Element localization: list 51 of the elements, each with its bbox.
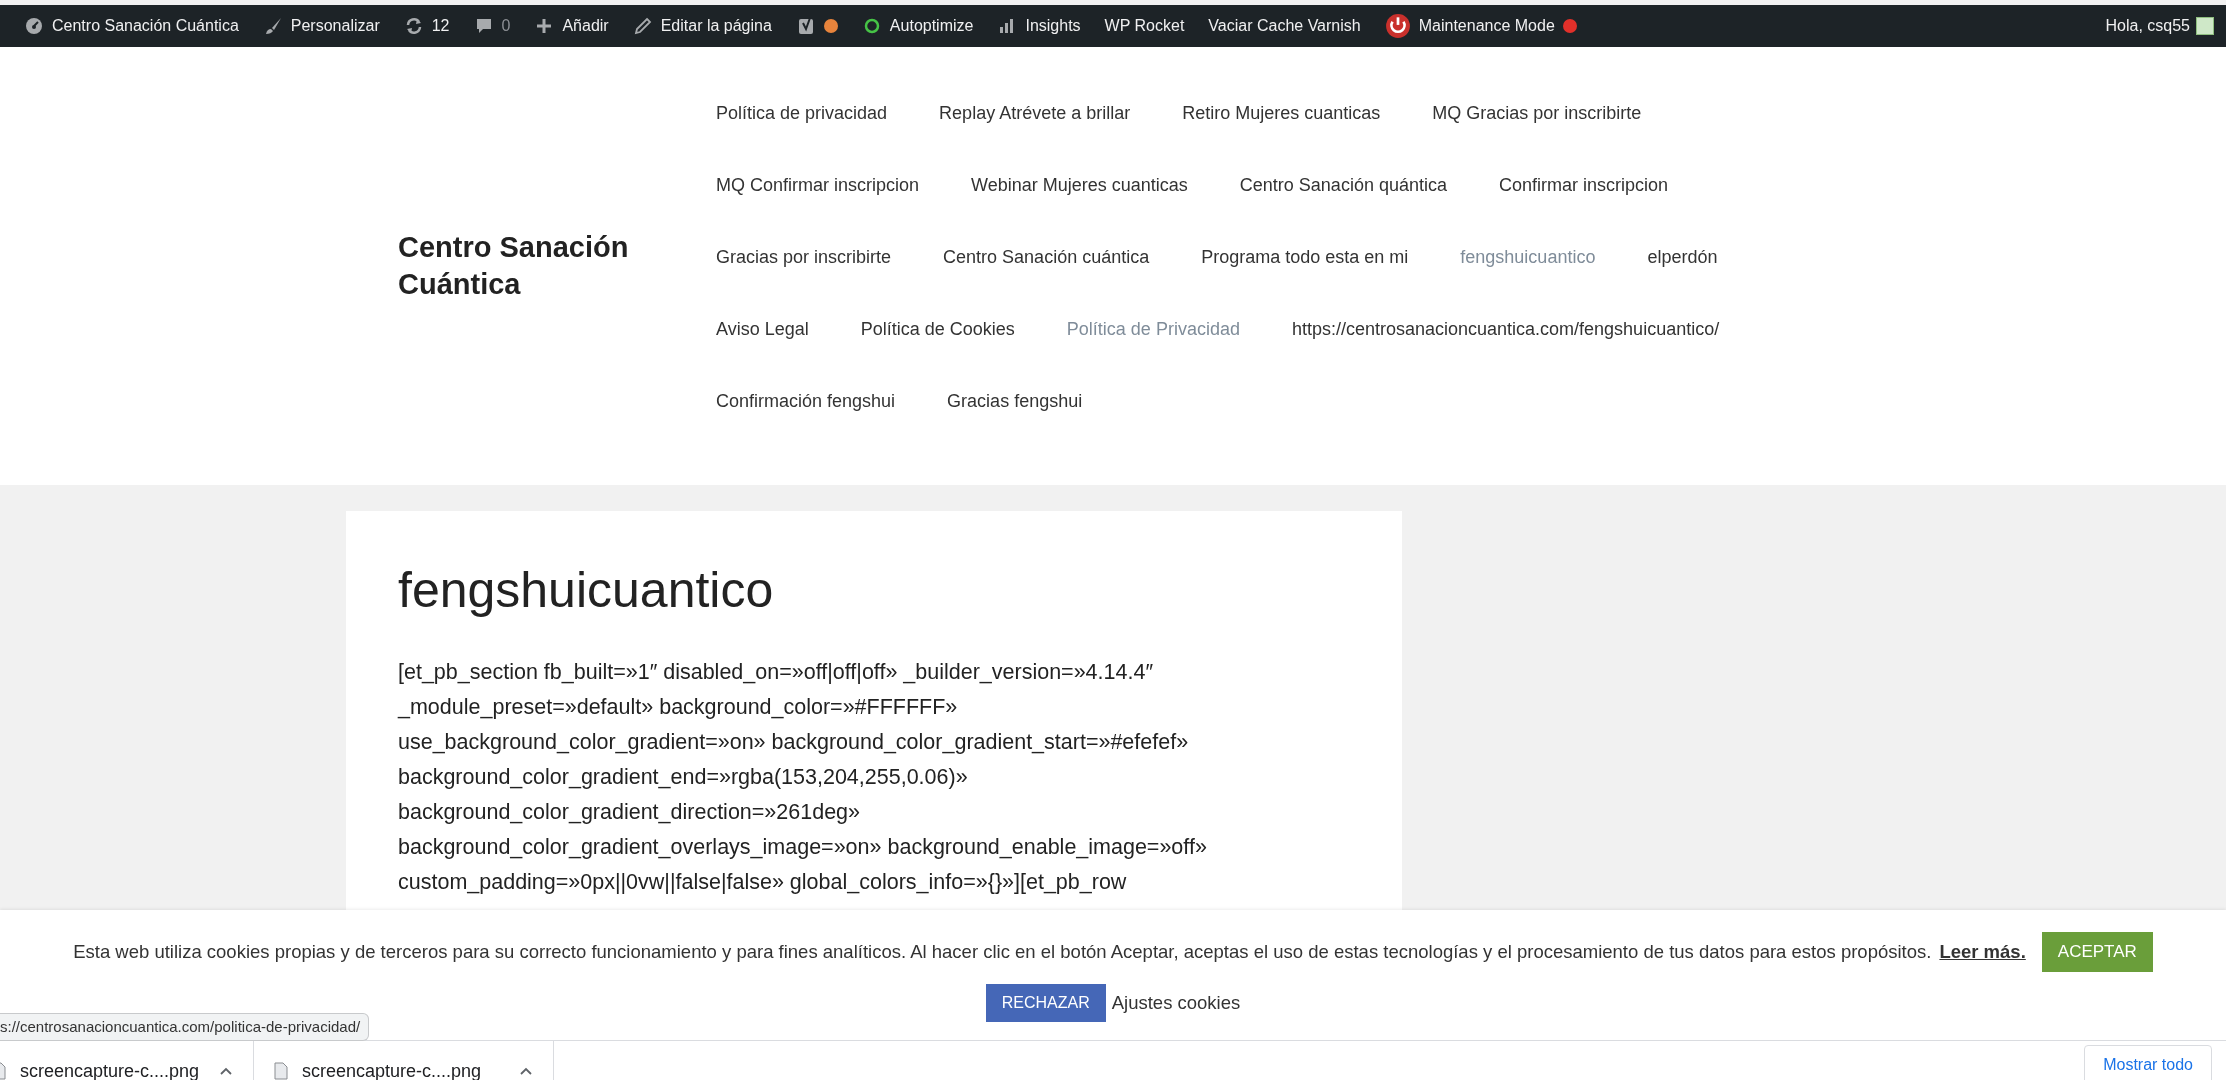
account-link[interactable]: Hola, csq55 — [2093, 5, 2196, 47]
admin-bar-item[interactable]: WP Rocket — [1092, 5, 1197, 47]
nav-link[interactable]: Confirmar inscripcion — [1498, 175, 1668, 196]
nav-link[interactable]: MQ Gracias por inscribirte — [1432, 103, 1642, 124]
admin-bar-item[interactable]: Personalizar — [250, 5, 392, 47]
power-icon — [1384, 13, 1411, 39]
admin-bar-item[interactable]: 0 — [461, 5, 523, 47]
admin-bar-item[interactable]: Centro Sanación Cuántica — [12, 5, 251, 47]
admin-bar-item[interactable]: Insights — [985, 5, 1093, 47]
admin-bar-item[interactable]: Maintenance Mode — [1372, 5, 1589, 47]
chevron-up-icon — [519, 1066, 533, 1076]
nav-link[interactable]: elperdón — [1647, 247, 1718, 268]
gauge-icon — [24, 16, 44, 36]
shortcode-text: [et_pb_section fb_built=»1″ disabled_on=»off|off|off» _builder_version=»4.14.4″ — [398, 659, 1154, 686]
site-title[interactable]: Centro Sanación Cuántica — [398, 228, 716, 304]
shortcode-text: _module_preset=»default» background_color=»#FFFFFF» — [398, 694, 959, 721]
shortcode-text: background_color_gradient_end=»rgba(153,204,255,0.06)» — [398, 764, 969, 791]
avatar-icon — [2196, 17, 2214, 35]
nav-link[interactable]: Gracias por inscribirte — [716, 247, 892, 268]
admin-bar-item[interactable]: Añadir — [522, 5, 621, 47]
page-title: fengshuicuantico — [398, 561, 775, 619]
show-all-button[interactable]: Mostrar todo — [2084, 1045, 2212, 1080]
admin-bar-item[interactable]: 12 — [391, 5, 462, 47]
nav-link[interactable]: MQ Confirmar inscripcion — [716, 175, 920, 196]
nav-link[interactable]: Replay Atrévete a brillar — [939, 103, 1131, 124]
nav-link[interactable]: https://centrosanacioncuantica.com/fengshuicuantico/ — [1291, 319, 1720, 340]
admin-bar-item[interactable]: Autoptimize — [849, 5, 986, 47]
shortcode-text: custom_padding=»0px||0vw||false|false» global_colors_info=»{}»][et_pb_row — [398, 869, 1128, 896]
read-more-link[interactable]: Leer más. — [1939, 941, 2026, 963]
nav-link[interactable]: Aviso Legal — [716, 319, 809, 340]
admin-bar-item[interactable]: Vaciar Cache Varnish — [1196, 5, 1373, 47]
nav-link[interactable]: Webinar Mujeres cuanticas — [971, 175, 1188, 196]
chevron-up-icon — [219, 1066, 233, 1076]
nav-link[interactable]: Retiro Mujeres cuanticas — [1182, 103, 1381, 124]
pencil-icon — [632, 16, 653, 36]
cookie-settings-link[interactable]: Ajustes cookies — [1111, 992, 1241, 1014]
nav-link[interactable]: Centro Sanación quántica — [1239, 175, 1447, 196]
shortcode-text: use_background_color_gradient=»on» background_color_gradient_start=»#efefef» — [398, 729, 1190, 756]
nav-link[interactable]: Centro Sanación cuántica — [943, 247, 1150, 268]
file-icon — [274, 1062, 288, 1080]
nav-link[interactable]: Confirmación fengshui — [716, 391, 896, 412]
nav-link[interactable]: Política de privacidad — [716, 103, 888, 124]
admin-bar-item[interactable]: Editar la página — [620, 5, 784, 47]
shortcode-text: background_color_gradient_direction=»261deg» — [398, 799, 861, 826]
cookie-message: Esta web utiliza cookies propias y de terceros para su correcto funcionamiento y para fines analíticos. Al hacer clic en el botón Aceptar, aceptas el uso de estas tecnologías y el procesamiento de tus datos para estos propósitos. — [73, 941, 1932, 963]
nav-link[interactable]: Política de Cookies — [860, 319, 1015, 340]
reject-button[interactable]: RECHAZAR — [985, 984, 1106, 1022]
shortcode-text: background_color_gradient_overlays_image=»on» background_enable_image=»off» — [398, 834, 1208, 861]
nav-link[interactable]: Gracias fengshui — [947, 391, 1083, 412]
status-url-tooltip: s://centrosanacioncuantica.com/politica-de-privacidad/ — [0, 1013, 370, 1041]
nav-link[interactable]: Programa todo esta en mi — [1201, 247, 1409, 268]
